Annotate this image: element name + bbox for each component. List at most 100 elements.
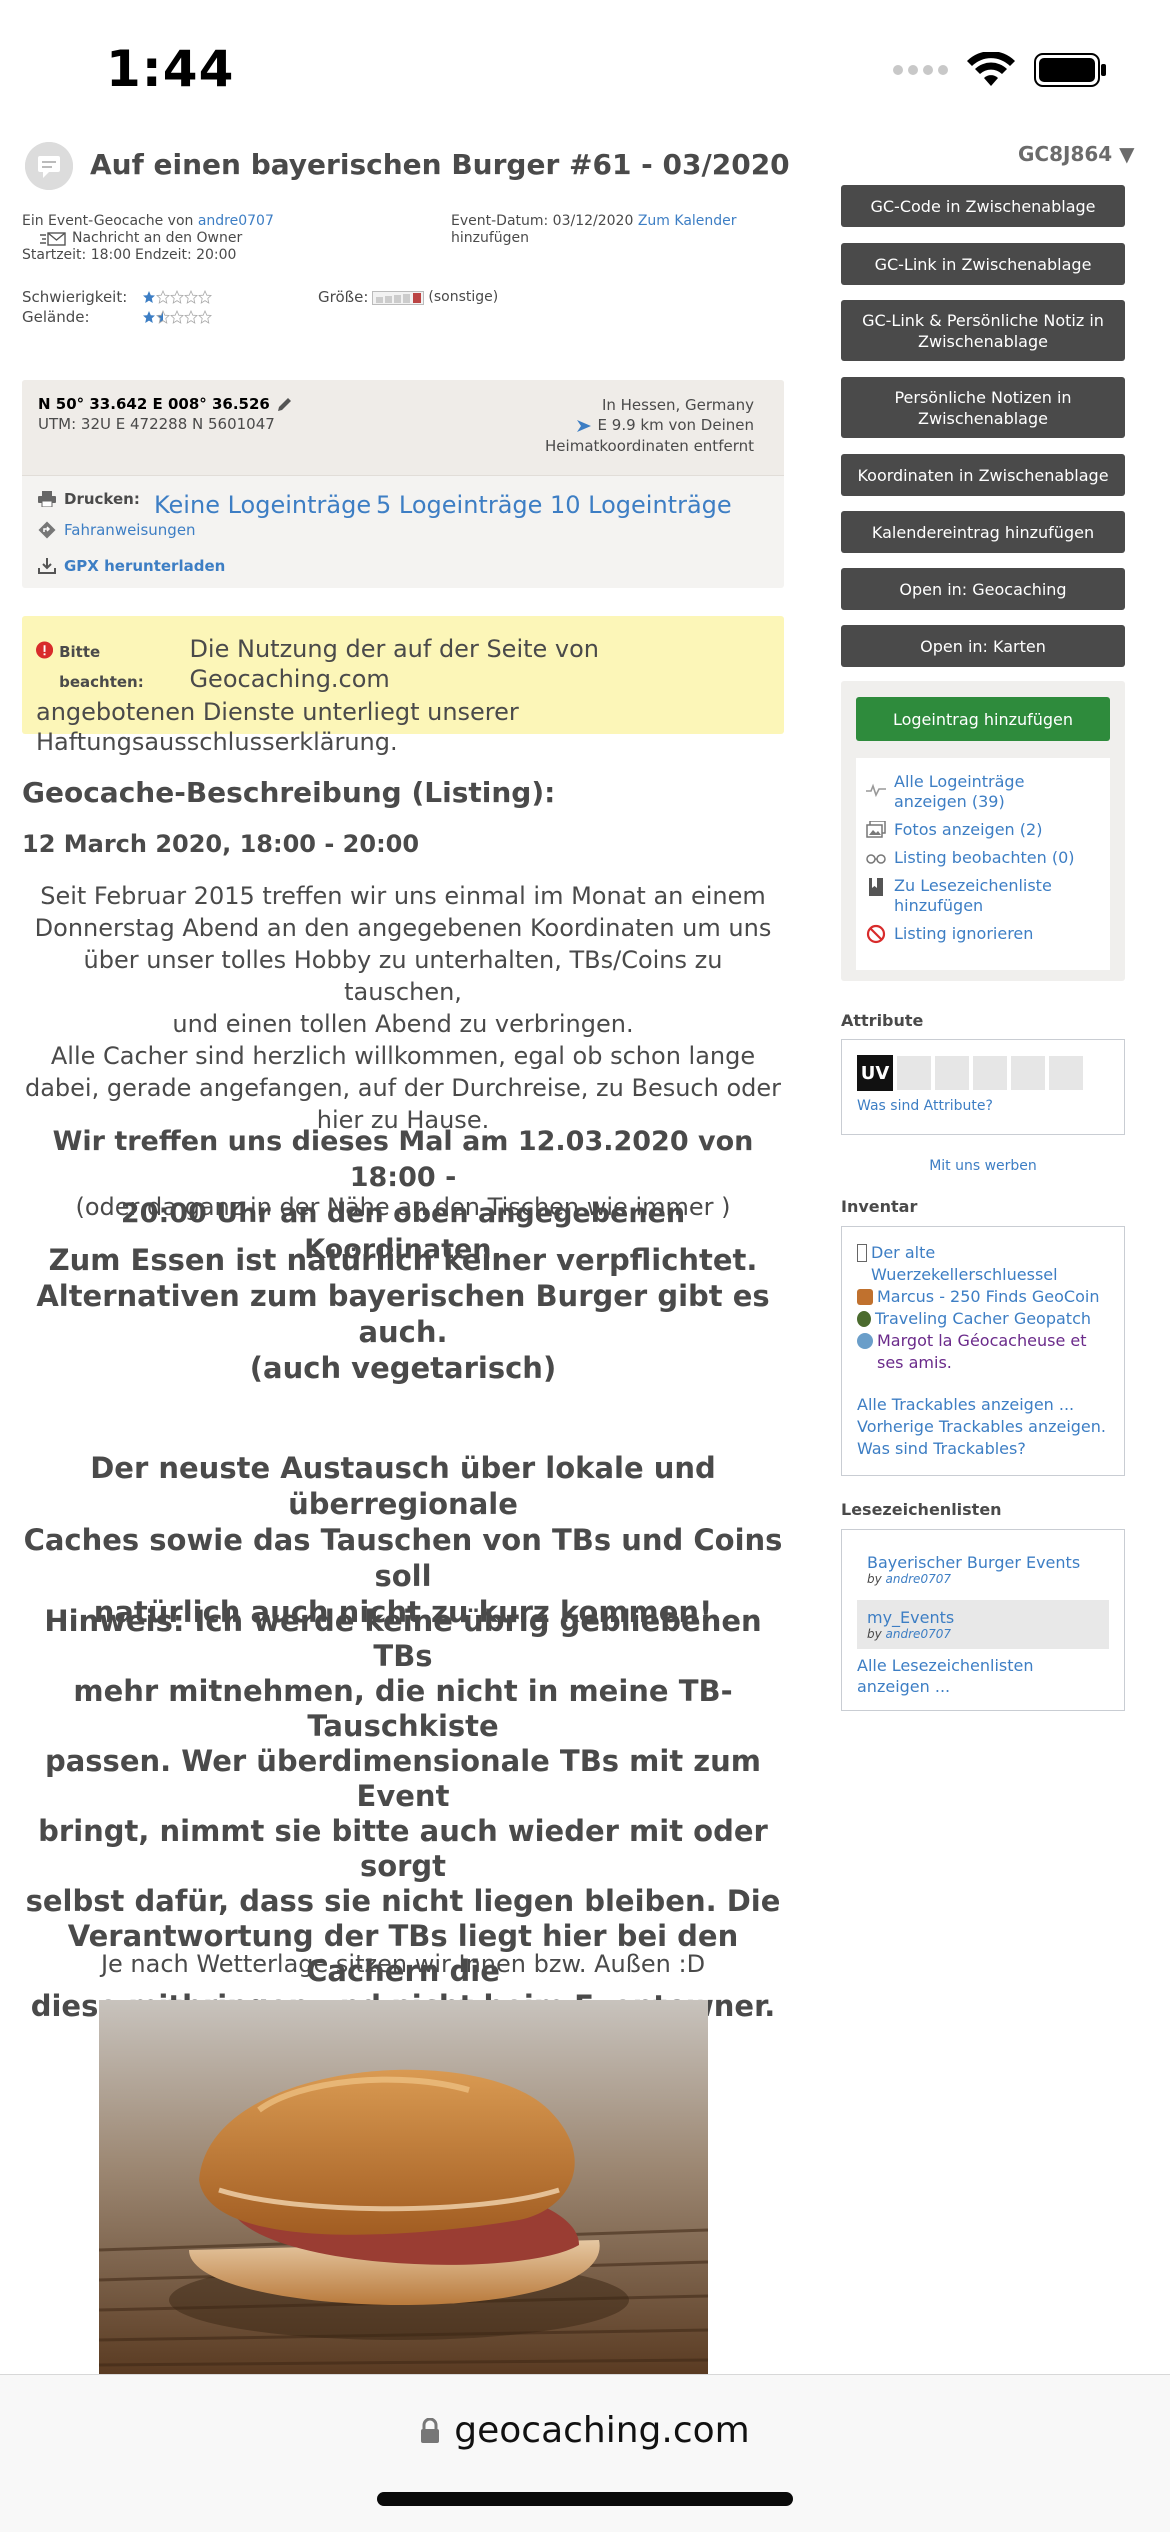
bookmark-name: Bayerischer Burger Events (867, 1553, 1081, 1572)
bookmark-item[interactable]: my_Events by andre0707 (857, 1600, 1109, 1649)
empty-attribute-icon (973, 1056, 1007, 1090)
inventory-item-label: Traveling Cacher Geopatch (875, 1309, 1092, 1328)
photos-label: Fotos anzeigen (2) (894, 820, 1043, 839)
all-trackables-link[interactable]: Alle Trackables anzeigen ... (857, 1394, 1113, 1416)
all-logs-label: Alle Logeinträge anzeigen (39) (894, 772, 1025, 811)
url-text: geocaching.com (454, 2410, 750, 2451)
inventory-item[interactable]: Der alte Wuerzekellerschluessel (857, 1242, 1113, 1286)
p1-line: Donnerstag Abend an den angegebenen Koor… (34, 914, 772, 942)
ignore-label: Listing ignorieren (894, 924, 1034, 943)
description-heading: Geocache-Beschreibung (Listing): (22, 776, 556, 809)
description-p2-sub: (oder da ganz in der Nähe an den Tischen… (75, 1193, 731, 1221)
bookmark-item[interactable]: Bayerischer Burger Events by andre0707 (857, 1545, 1109, 1594)
pencil-icon[interactable] (276, 395, 294, 413)
inventory-item[interactable]: Traveling Cacher Geopatch (857, 1308, 1113, 1330)
size-line: Größe: (sonstige) (318, 289, 498, 306)
burger-photo (99, 2000, 708, 2374)
printer-icon (38, 491, 56, 507)
open-maps-button[interactable]: Open in: Karten (841, 625, 1125, 667)
bookmark-add-label: Zu Lesezeichenliste hinzufügen (894, 876, 1052, 915)
print-10-logs[interactable]: 10 Logeinträge (550, 491, 732, 519)
previous-trackables-link[interactable]: Vorherige Trackables anzeigen. (857, 1416, 1113, 1438)
inventory-item[interactable]: Margot la Géocacheuse et ses amis. (857, 1330, 1113, 1374)
owner-link[interactable]: andre0707 (198, 213, 274, 229)
empty-attribute-icon (1049, 1056, 1083, 1090)
event-type-icon (25, 142, 73, 190)
distance-line: E 9.9 km von Deinen (576, 417, 754, 434)
all-logs-link[interactable]: Alle Logeinträge anzeigen (39) (866, 772, 1100, 812)
p5-line: passen. Wer überdimensionale TBs mit zum… (44, 1744, 762, 1813)
all-bookmarks-link[interactable]: Alle Lesezeichenlisten anzeigen ... (857, 1655, 1109, 1697)
distance-text-2: Heimatkoordinaten entfernt (545, 437, 754, 455)
lock-icon (421, 2417, 440, 2443)
watch-link[interactable]: Listing beobachten (0) (866, 848, 1100, 868)
p1-line: Alle Cacher sind herzlich willkommen, eg… (50, 1042, 756, 1070)
event-date: Event-Datum: 03/12/2020 (451, 213, 634, 229)
attributes-help-link[interactable]: Was sind Attribute? (857, 1098, 993, 1114)
coords-main-line: N 50° 33.642 E 008° 36.526 (38, 395, 294, 413)
ignore-icon (866, 924, 886, 944)
empty-attribute-icon (935, 1056, 969, 1090)
p3-line: Zum Essen ist natürlich keiner verpflich… (48, 1243, 758, 1277)
advertise-link[interactable]: Mit uns werben (841, 1158, 1125, 1174)
photos-icon (866, 821, 886, 838)
notice-text-1: Die Nutzung der auf der Seite von Geocac… (189, 635, 600, 693)
event-date-heading: 12 March 2020, 18:00 - 20:00 (22, 830, 420, 858)
print-5-logs[interactable]: 5 Logeinträge (376, 491, 542, 519)
photos-link[interactable]: Fotos anzeigen (2) (866, 820, 1100, 840)
gpx-download[interactable]: GPX herunterladen (38, 557, 225, 575)
bookmark-add-link[interactable]: Zu Lesezeichenliste hinzufügen (866, 876, 1100, 916)
p5-line: Hinweis: Ich werde keine übrig geblieben… (44, 1604, 762, 1673)
add-calendar-link-2[interactable]: hinzufügen (451, 230, 529, 247)
print-no-logs[interactable]: Keine Logeinträge (154, 491, 371, 519)
add-log-button[interactable]: Logeintrag hinzufügen (856, 697, 1110, 741)
copy-gc-link-button[interactable]: GC-Link in Zwischenablage (841, 243, 1125, 285)
copy-notes-button[interactable]: Persönliche Notizen in Zwischenablage (841, 377, 1125, 438)
p2-line: Wir treffen uns dieses Mal am 12.03.2020… (52, 1126, 754, 1193)
description-p3: Zum Essen ist natürlich keiner verpflich… (22, 1242, 784, 1386)
uv-attribute-icon[interactable]: UV (857, 1055, 893, 1091)
message-owner[interactable]: Nachricht an den Owner (40, 230, 242, 247)
copy-link-note-button[interactable]: GC-Link & Persönliche Notiz in Zwischena… (841, 300, 1125, 361)
add-calendar-button[interactable]: Kalendereintrag hinzufügen (841, 511, 1125, 553)
inventory-item-label: Der alte Wuerzekellerschluessel (871, 1243, 1058, 1284)
event-date-line: Event-Datum: 03/12/2020 Zum Kalender (451, 213, 737, 230)
message-owner-label: Nachricht an den Owner (72, 230, 243, 246)
p1-line: dabei, gerade angefangen, auf der Durchr… (24, 1074, 782, 1102)
p5-line: bringt, nimmt sie bitte auch wieder mit … (38, 1814, 768, 1883)
p5-line: mehr mitnehmen, die nicht in meine TB-Ta… (73, 1674, 733, 1743)
owner-line: Ein Event-Geocache von andre0707 (22, 213, 274, 230)
terrain-label: Gelände: (22, 308, 90, 326)
directions-icon (38, 521, 56, 539)
page-title: Auf einen bayerischen Burger #61 - 03/20… (90, 148, 790, 181)
copy-coordinates-button[interactable]: Koordinaten in Zwischenablage (841, 454, 1125, 496)
p1-line: über unser tolles Hobby zu unterhalten, … (83, 946, 723, 1006)
difficulty-label: Schwierigkeit: (22, 288, 128, 306)
terrain-stars (142, 309, 212, 328)
bookmark-owner: andre0707 (885, 1627, 951, 1641)
p4-line: Caches sowie das Tauschen von TBs und Co… (23, 1523, 783, 1593)
gc-code-dropdown[interactable]: GC8J864 ▼ (1018, 142, 1135, 166)
add-calendar-link[interactable]: Zum Kalender (638, 213, 737, 229)
ignore-link[interactable]: Listing ignorieren (866, 924, 1100, 944)
end-time: Endzeit: 20:00 (135, 247, 237, 263)
utm-coords: UTM: 32U E 472288 N 5601047 (38, 415, 275, 433)
notice-label: Bitte beachten: (59, 643, 144, 691)
directions-link[interactable]: Fahranweisungen (38, 521, 196, 539)
status-icons (893, 52, 1108, 88)
copy-gc-code-button[interactable]: GC-Code in Zwischenablage (841, 185, 1125, 227)
size-label: Größe: (318, 288, 369, 306)
trackables-help-link[interactable]: Was sind Trackables? (857, 1438, 1113, 1460)
distance-text: E 9.9 km von Deinen (597, 416, 754, 434)
open-geocaching-button[interactable]: Open in: Geocaching (841, 568, 1125, 610)
difficulty-stars (142, 289, 212, 308)
disclaimer-text: Bitte beachten: Die Nutzung der auf der … (36, 634, 776, 757)
owner-prefix: Ein Event-Geocache von (22, 213, 194, 229)
bookmark-owner: andre0707 (885, 1572, 951, 1586)
inventory-item[interactable]: Marcus - 250 Finds GeoCoin (857, 1286, 1113, 1308)
cache-actions: Alle Logeinträge anzeigen (39) Fotos anz… (856, 758, 1110, 970)
description-p6: Je nach Wetterlage sitzen wir Innen bzw.… (100, 1950, 706, 1978)
notice-text-2: angebotenen Dienste unterliegt unserer (36, 698, 519, 726)
inventory-title: Inventar (841, 1197, 918, 1216)
url-field[interactable]: geocaching.com (0, 2410, 1170, 2451)
